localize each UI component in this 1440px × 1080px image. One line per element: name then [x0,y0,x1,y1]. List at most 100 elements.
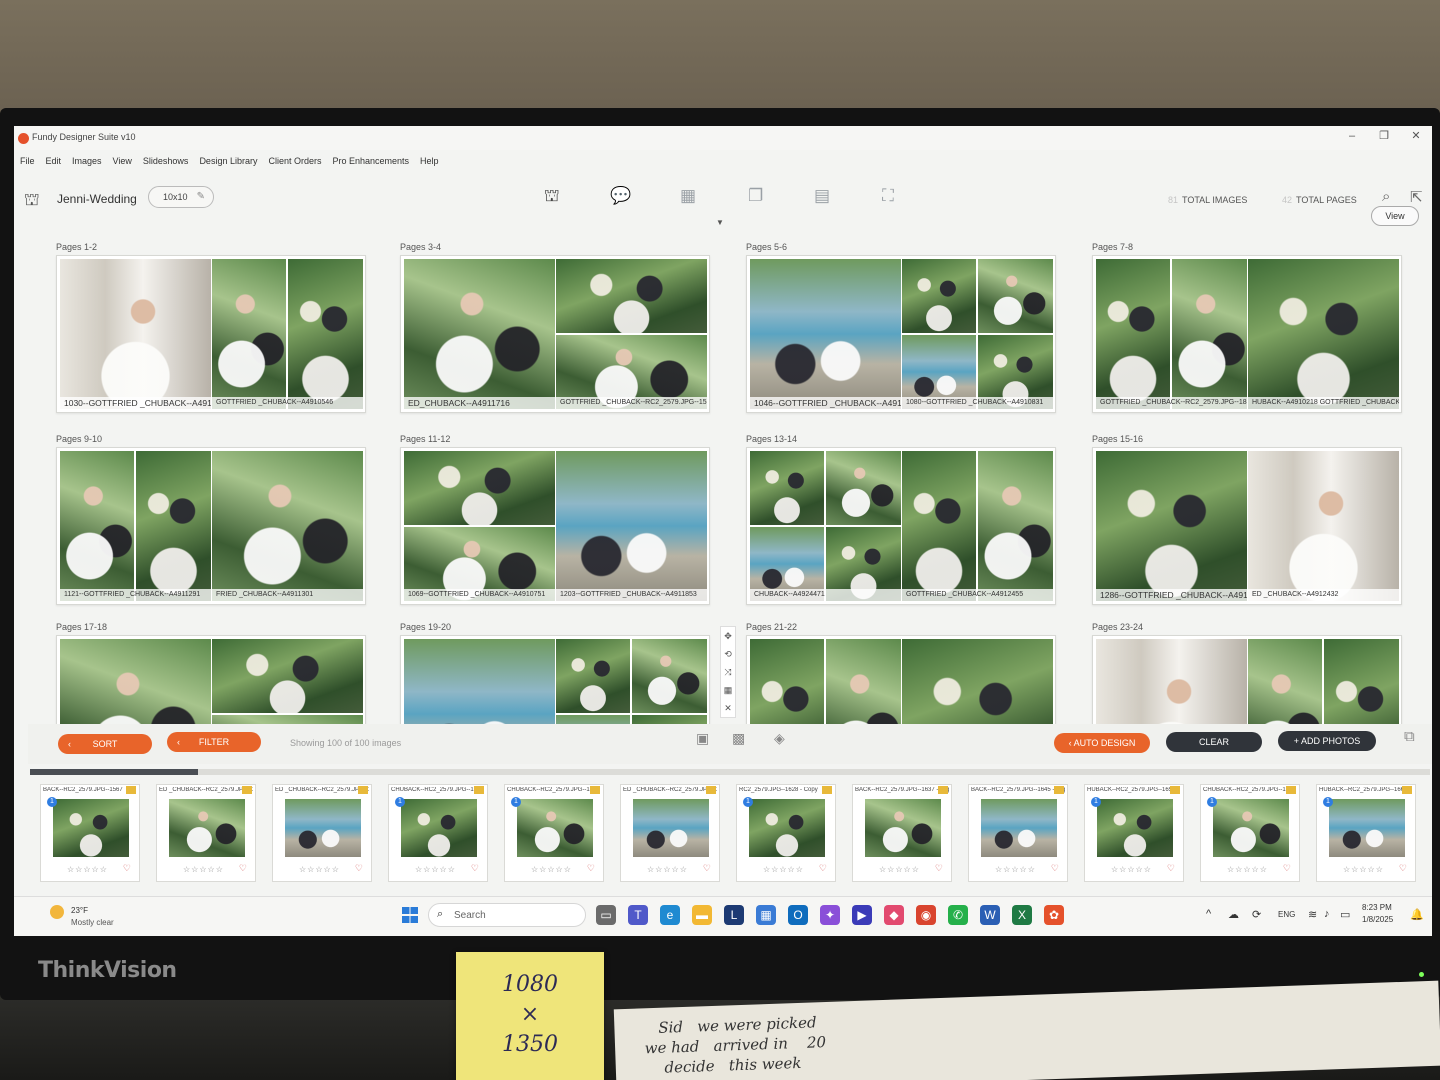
album-spread[interactable]: Pages 17-18 [56,622,366,726]
favorite-heart-icon[interactable]: ♡ [239,863,247,874]
star-rating[interactable]: ☆☆☆☆☆ [763,865,804,874]
menu-images[interactable]: Images [72,156,102,174]
shuffle-icon[interactable]: ⤨ [721,663,735,681]
filmstrip-thumbnail[interactable]: ED _CHUBACK--RC2_2579.JPG--1627 ☆☆☆☆☆ ♡ [620,784,720,882]
outlook-icon[interactable]: O [788,905,808,925]
filter-button[interactable]: ‹ FILTER [167,732,261,752]
thumbnail-photo[interactable] [633,799,709,857]
favorite-heart-icon[interactable]: ♡ [1167,863,1175,874]
weather-description[interactable]: Mostly clear [71,918,114,927]
windows-start-icon[interactable] [402,907,418,923]
wedding-photo[interactable] [1096,451,1247,601]
sort-button[interactable]: ‹ SORT [58,734,152,754]
favorite-heart-icon[interactable]: ♡ [819,863,827,874]
album-spread[interactable]: Pages 3-4 ED_CHUBACK--A4911716 GOTTFRIED _… [400,242,710,418]
favorite-heart-icon[interactable]: ♡ [1051,863,1059,874]
card-design-icon[interactable]: ❐ [748,186,763,206]
spread-card[interactable]: GOTTFRIED _CHUBACK--RC2_2579.JPG--1859 HU… [1092,255,1402,413]
filmstrip-scrollbar[interactable] [30,769,1430,775]
wedding-photo[interactable] [750,451,824,525]
wedding-photo[interactable] [902,451,976,601]
album-spread[interactable]: Pages 1-2 1030--GOTTFRIED _CHUBACK--A4910… [56,242,366,418]
wedding-photo[interactable] [1096,639,1247,726]
filmstrip-thumbnail[interactable]: ED _CHUBACK--RC2_2579.JPG--1611 ☆☆☆☆☆ ♡ [156,784,256,882]
language-indicator[interactable]: ENG [1278,910,1295,919]
filmstrip-thumbnail[interactable]: ED _CHUBACK--RC2_2579.JPG--1617 ☆☆☆☆☆ ♡ [272,784,372,882]
word-icon[interactable]: W [980,905,1000,925]
project-name[interactable]: Jenni-Wedding [57,192,137,206]
image-view-icon[interactable]: ▣ [696,730,709,747]
right-page[interactable]: HUBACK--A4910218 GOTTFRIED _CHUBACK--A49… [1248,259,1399,409]
menu-view[interactable]: View [113,156,132,174]
excel-icon[interactable]: X [1012,905,1032,925]
spread-card[interactable]: RC2_2579.JPG--1774 [1092,635,1402,726]
filmstrip-thumbnail[interactable]: HUBACK--RC2_2579.JPG--1663 1 ☆☆☆☆☆ ♡ [1316,784,1416,882]
wedding-photo[interactable] [1324,639,1399,726]
close-button[interactable]: ✕ [1400,126,1432,146]
right-page[interactable]: 1203--GOTTFRIED _CHUBACK--A4911853 [556,451,707,601]
right-page[interactable]: 1080--GOTTFRIED _CHUBACK--A4910831 [902,259,1053,409]
filmstrip-thumbnail[interactable]: HUBACK--RC2_2579.JPG--1652 1 ☆☆☆☆☆ ♡ [1084,784,1184,882]
star-rating[interactable]: ☆☆☆☆☆ [1111,865,1152,874]
wedding-photo[interactable] [212,639,363,713]
left-page[interactable]: BACK--RC2_2579.JPG--1886 - Cop [404,639,555,726]
star-rating[interactable]: ☆☆☆☆☆ [183,865,224,874]
volume-icon[interactable]: ♪ [1324,908,1330,920]
thumbnail-photo[interactable] [1329,799,1405,857]
whatsapp-icon[interactable]: ✆ [948,905,968,925]
grid-view-icon[interactable]: ▩ [732,730,745,747]
wedding-photo[interactable] [1248,639,1322,726]
spread-card[interactable]: 1046--GOTTFRIED _CHUBACK--A49105711080--… [746,255,1056,413]
right-page[interactable] [212,639,363,726]
layout-icon[interactable]: ▦ [721,681,735,699]
album-spread[interactable]: Pages 19-20 BACK--RC2_2579.JPG--1886 - Co… [400,622,710,726]
favorite-heart-icon[interactable]: ♡ [1399,863,1407,874]
thumbnail-photo[interactable] [169,799,245,857]
task-view-icon[interactable]: ▭ [596,905,616,925]
filmstrip-thumbnail[interactable]: CHUBACK--RC2_2579.JPG--1625 1 ☆☆☆☆☆ ♡ [504,784,604,882]
proofing-chat-icon[interactable]: 💬 [610,186,631,206]
left-page[interactable]: 1286--GOTTFRIED _CHUBACK--A4912322 [1096,451,1247,601]
album-spread[interactable]: Pages 7-8 GOTTFRIED _CHUBACK--RC2_2579.JP… [1092,242,1402,418]
wedding-photo[interactable] [404,639,555,726]
left-page[interactable]: ED_CHUBACK--A4911716 [404,259,555,409]
weather-temperature[interactable]: 23°F [71,906,88,915]
add-photos-button[interactable]: + ADD PHOTOS [1278,731,1376,751]
chrome-icon[interactable]: ◉ [916,905,936,925]
external-window-icon[interactable]: ⇱ [1410,188,1423,206]
thumbnail-photo[interactable] [285,799,361,857]
chevron-up-icon[interactable]: ^ [1206,908,1211,920]
wedding-photo[interactable] [826,451,901,525]
left-page[interactable]: 1030--GOTTFRIED _CHUBACK--A4910435 [60,259,211,409]
wedding-photo[interactable] [556,639,630,713]
wedding-photo[interactable] [60,259,211,409]
remove-icon[interactable]: ✕ [721,699,735,717]
menu-client-orders[interactable]: Client Orders [268,156,321,174]
menu-slideshows[interactable]: Slideshows [143,156,189,174]
minimize-button[interactable]: – [1336,126,1368,146]
clock-time[interactable]: 8:23 PM [1362,903,1392,912]
media-player-icon[interactable]: ▶ [852,905,872,925]
spread-card[interactable]: 1121--GOTTFRIED _CHUBACK--A4911291 FRIED … [56,447,366,605]
wedding-photo[interactable] [404,259,555,409]
wedding-photo[interactable] [750,639,824,726]
spread-card[interactable]: ED_CHUBACK--A4911716 GOTTFRIED _CHUBACK--… [400,255,710,413]
filmstrip-thumbnail[interactable]: BACK--RC2_2579.JPG--1567 1 ☆☆☆☆☆ ♡ [40,784,140,882]
left-page[interactable]: 1069--GOTTFRIED _CHUBACK--A4910751 [404,451,555,601]
maximize-button[interactable]: ❐ [1368,126,1400,146]
spread-card[interactable]: 1286--GOTTFRIED _CHUBACK--A4912322ED _CH… [1092,447,1402,605]
clear-button[interactable]: CLEAR [1166,732,1262,752]
thumbnail-photo[interactable] [401,799,477,857]
filmstrip-thumbnail[interactable]: BACK--RC2_2579.JPG--1645 - Copy ☆☆☆☆☆ ♡ [968,784,1068,882]
fundy-icon[interactable]: ✿ [1044,905,1064,925]
left-page[interactable]: GOTTFRIED _CHUBACK--RC2_2579.JPG--1859 [1096,259,1247,409]
favorite-heart-icon[interactable]: ♡ [471,863,479,874]
wedding-photo[interactable] [60,639,211,726]
paint-icon[interactable]: ◆ [884,905,904,925]
album-spread[interactable]: Pages 5-6 1046--GOTTFRIED _CHUBACK--A49 10… [746,242,1056,418]
sales-icon[interactable]: ⛶ [882,186,894,206]
wedding-photo[interactable] [212,259,286,409]
spread-card[interactable]: 1030--GOTTFRIED _CHUBACK--A4910435GOTTFR… [56,255,366,413]
star-rating[interactable]: ☆☆☆☆☆ [531,865,572,874]
thumbnail-photo[interactable] [517,799,593,857]
